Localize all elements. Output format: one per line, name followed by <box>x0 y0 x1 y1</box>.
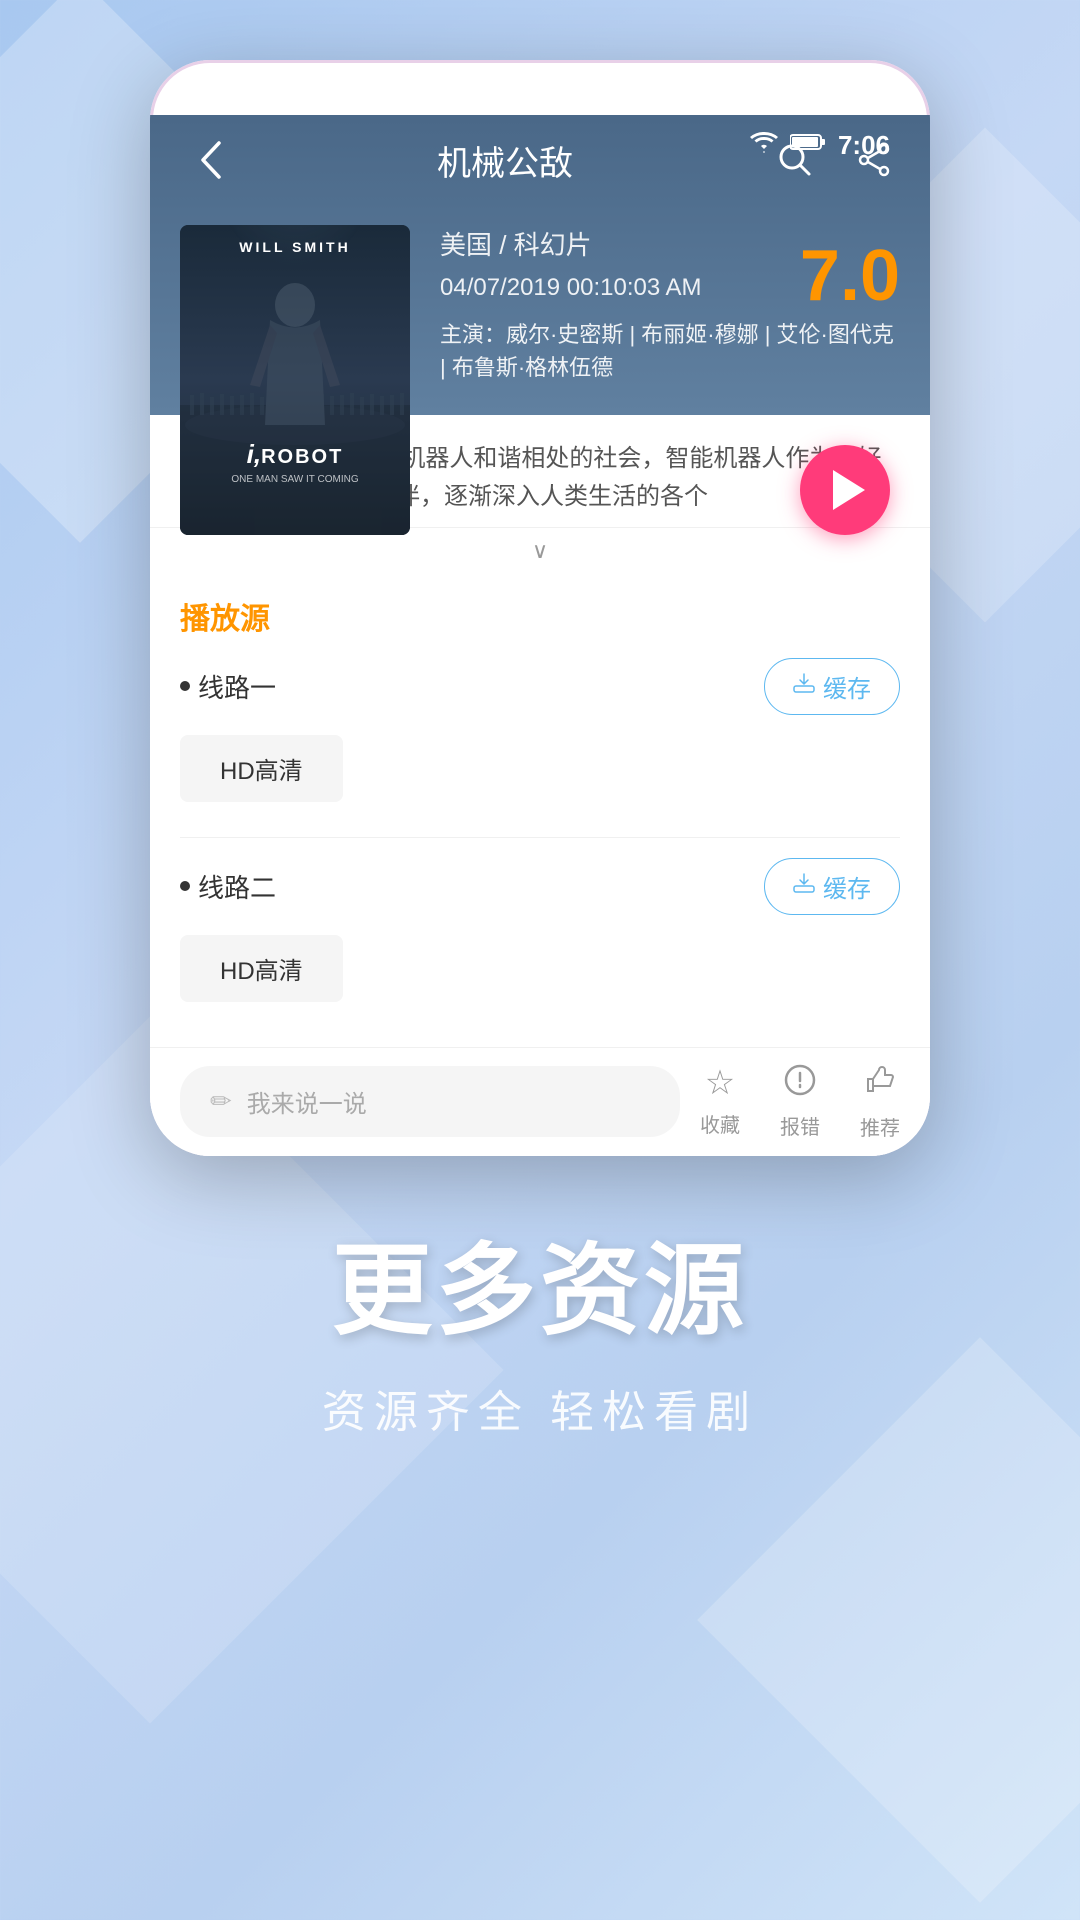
phone-wrapper: 7:06 机械公敌 <box>0 0 1080 1156</box>
movie-cast: 主演：威尔·史密斯 | 布丽姬·穆娜 | 艾伦·图代克 | 布鲁斯·格林伍德 <box>440 318 900 384</box>
wifi-icon <box>750 131 778 159</box>
promo-subtitle: 资源齐全 轻松看剧 <box>40 1376 1040 1440</box>
source-divider <box>180 837 900 838</box>
source-label-1: 线路一 <box>180 668 276 705</box>
promo-title: 更多资源 <box>40 1236 1040 1346</box>
source-dot-1 <box>180 681 190 691</box>
bottom-bar: ✏ 我来说一说 ☆ 收藏 <box>150 1047 930 1156</box>
quality-btn-1[interactable]: HD高清 <box>180 735 343 802</box>
phone-frame: 7:06 机械公敌 <box>150 60 930 1156</box>
cache-button-1[interactable]: 缓存 <box>764 658 900 715</box>
movie-poster: WILL SMITH i,ROBOT ONE MAN SAW IT COMING <box>180 225 410 535</box>
source-row-1: 线路一 缓存 <box>180 658 900 715</box>
recommend-label: 推荐 <box>860 1112 900 1141</box>
play-button-container <box>800 445 890 535</box>
play-icon <box>833 470 865 510</box>
report-label: 报错 <box>780 1111 820 1140</box>
sources-title: 播放源 <box>180 594 900 638</box>
poster-title: i,ROBOT ONE MAN SAW IT COMING <box>180 439 410 485</box>
source-row-2: 线路二 缓存 <box>180 858 900 915</box>
movie-area: WILL SMITH i,ROBOT ONE MAN SAW IT COMING… <box>150 205 930 565</box>
comment-input[interactable]: ✏ 我来说一说 <box>180 1066 680 1137</box>
quality-btn-2[interactable]: HD高清 <box>180 935 343 1002</box>
cache-icon-2 <box>793 872 815 900</box>
cache-button-2[interactable]: 缓存 <box>764 858 900 915</box>
comment-placeholder: 我来说一说 <box>247 1084 367 1119</box>
collect-icon: ☆ <box>705 1063 735 1103</box>
collect-action[interactable]: ☆ 收藏 <box>700 1063 740 1141</box>
play-button[interactable] <box>800 445 890 535</box>
time-display: 7:06 <box>838 130 890 161</box>
sources-section: 播放源 线路一 缓存 <box>150 574 930 1047</box>
movie-rating: 7.0 <box>800 235 900 317</box>
recommend-action[interactable]: 推荐 <box>860 1063 900 1141</box>
promo-section: 更多资源 资源齐全 轻松看剧 <box>0 1156 1080 1520</box>
poster-top-text: WILL SMITH <box>180 239 410 255</box>
poster-subtitle: ONE MAN SAW IT COMING <box>180 474 410 485</box>
cache-icon-1 <box>793 672 815 700</box>
nav-area: 7:06 机械公敌 <box>150 115 930 415</box>
status-right: 7:06 <box>750 130 890 161</box>
report-icon <box>783 1063 817 1105</box>
source-label-2: 线路二 <box>180 868 276 905</box>
collect-label: 收藏 <box>700 1109 740 1138</box>
status-bar: 7:06 <box>150 115 930 175</box>
battery-icon <box>790 131 826 159</box>
recommend-icon <box>863 1063 897 1106</box>
source-dot-2 <box>180 881 190 891</box>
comment-icon: ✏ <box>210 1086 232 1117</box>
report-action[interactable]: 报错 <box>780 1063 820 1141</box>
bottom-actions: ☆ 收藏 报错 <box>700 1063 900 1141</box>
